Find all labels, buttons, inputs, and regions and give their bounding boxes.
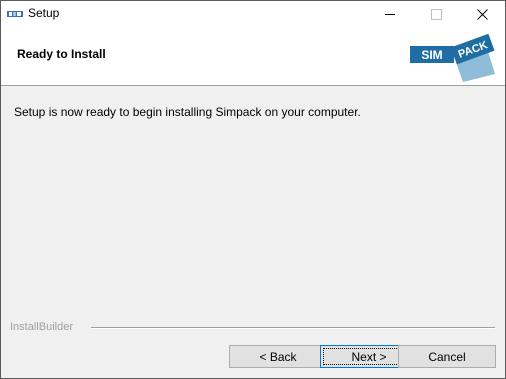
installbuilder-label: InstallBuilder xyxy=(10,321,73,333)
window-title: Setup xyxy=(28,6,60,20)
maximize-button[interactable] xyxy=(413,1,459,28)
back-button[interactable]: < Back xyxy=(229,345,327,368)
footer-divider xyxy=(91,327,495,329)
close-button[interactable] xyxy=(459,1,505,28)
maximize-icon xyxy=(430,9,442,20)
installer-app-icon xyxy=(7,11,23,17)
logo-sim-text: SIM xyxy=(421,48,442,62)
minimize-icon xyxy=(385,14,395,15)
minimize-button[interactable] xyxy=(367,1,413,28)
wizard-header: Ready to Install SIM PACK xyxy=(1,28,505,86)
ready-message: Setup is now ready to begin installing S… xyxy=(14,105,361,119)
next-button-label: Next > xyxy=(351,349,387,364)
close-icon xyxy=(476,9,488,20)
cancel-button[interactable]: Cancel xyxy=(398,345,496,368)
title-bar: Setup xyxy=(1,1,505,28)
setup-window: Setup Ready to Install SIM PACK Setup is… xyxy=(0,0,506,379)
page-title: Ready to Install xyxy=(17,47,106,61)
simpack-logo: SIM PACK xyxy=(410,33,495,82)
